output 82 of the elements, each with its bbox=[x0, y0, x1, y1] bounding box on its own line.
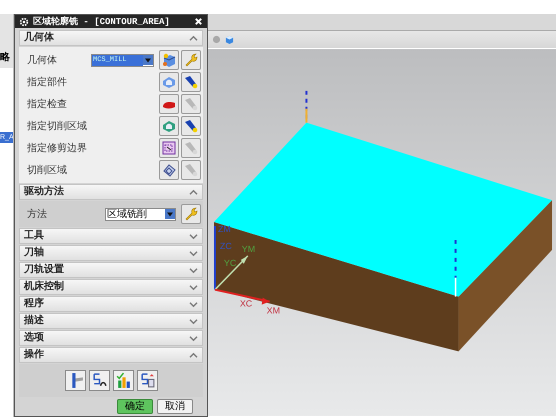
cancel-button[interactable]: 取消 bbox=[157, 399, 193, 414]
section-title: 程序 bbox=[24, 298, 44, 310]
expand-icon[interactable] bbox=[189, 266, 198, 274]
section-header[interactable]: 工具 bbox=[19, 228, 203, 244]
part-icon bbox=[161, 118, 177, 134]
section-title: 刀轴 bbox=[24, 247, 44, 260]
select-button[interactable] bbox=[159, 138, 179, 158]
section-title: 描述 bbox=[24, 315, 44, 328]
section-header[interactable]: 刀轴 bbox=[19, 245, 203, 262]
axis-label: ZM bbox=[218, 224, 231, 234]
collapse-icon[interactable] bbox=[189, 34, 198, 42]
section-header[interactable]: 选项 bbox=[19, 330, 203, 346]
dropdown[interactable]: 区域铣削 bbox=[105, 208, 176, 221]
section-title: 刀轨设置 bbox=[24, 264, 64, 276]
caret-icon bbox=[143, 55, 153, 66]
window-title: 区域轮廓铣 - [CONTOUR_AREA] bbox=[33, 15, 171, 28]
select-button[interactable] bbox=[159, 160, 179, 180]
region-icon bbox=[161, 162, 177, 178]
ok-button[interactable]: 确定 bbox=[117, 399, 153, 414]
axis-label: XM bbox=[266, 306, 280, 316]
flashlight-icon bbox=[183, 118, 199, 134]
generate-button[interactable] bbox=[64, 370, 86, 392]
section-header[interactable]: 操作 bbox=[19, 347, 203, 364]
close-icon[interactable] bbox=[194, 17, 203, 26]
boundary-icon bbox=[161, 140, 177, 156]
row-label: 几何体 bbox=[27, 54, 58, 68]
section-header[interactable]: 机床控制 bbox=[19, 279, 203, 296]
row-label: 指定切削区域 bbox=[27, 120, 88, 134]
part-icon bbox=[161, 74, 177, 90]
expand-icon[interactable] bbox=[189, 334, 198, 342]
caret-icon bbox=[165, 209, 175, 220]
collapse-icon[interactable] bbox=[189, 188, 198, 196]
row-label: 方法 bbox=[27, 208, 48, 222]
expand-icon[interactable] bbox=[189, 300, 198, 308]
display-button[interactable] bbox=[181, 72, 201, 92]
edit-button[interactable] bbox=[181, 204, 201, 224]
axis-label: YM bbox=[242, 244, 256, 254]
cube-icon bbox=[161, 52, 177, 68]
replay-button[interactable] bbox=[88, 370, 110, 392]
section-title: 工具 bbox=[24, 230, 44, 242]
expand-icon[interactable] bbox=[189, 232, 198, 240]
list-button[interactable] bbox=[136, 370, 158, 392]
section-title: 机床控制 bbox=[24, 281, 64, 294]
row-label: 切削区域 bbox=[27, 164, 68, 178]
wrench-icon bbox=[183, 206, 199, 222]
axis-line bbox=[454, 240, 457, 297]
expand-icon[interactable] bbox=[189, 284, 198, 291]
row-label: 指定部件 bbox=[27, 76, 68, 90]
wrench-icon bbox=[183, 52, 199, 68]
column-header: 略 bbox=[0, 14, 13, 68]
flashlight-icon bbox=[183, 162, 199, 178]
section-title: 驱动方法 bbox=[24, 186, 64, 198]
axis-label: ZC bbox=[220, 240, 232, 251]
cube-icon[interactable] bbox=[225, 35, 234, 44]
row-label: 指定修剪边界 bbox=[27, 142, 88, 156]
settings-icon[interactable] bbox=[19, 16, 29, 27]
section-title: 几何体 bbox=[24, 32, 54, 44]
chart-icon bbox=[114, 372, 132, 390]
flashlight-icon bbox=[183, 140, 199, 156]
document-icon bbox=[138, 372, 156, 390]
axis-label: YC bbox=[224, 258, 236, 268]
collapse-icon[interactable] bbox=[189, 352, 198, 359]
section-title: 选项 bbox=[24, 332, 44, 344]
section-header[interactable]: 程序 bbox=[19, 296, 203, 312]
section-title: 操作 bbox=[24, 349, 44, 362]
expand-icon[interactable] bbox=[189, 318, 198, 325]
flashlight-icon bbox=[183, 74, 199, 90]
edit-button[interactable] bbox=[181, 50, 201, 70]
axis-label: XC bbox=[240, 298, 252, 309]
3d-viewport[interactable]: ZM ZC YM YC XC XM bbox=[208, 48, 556, 417]
select-button[interactable] bbox=[159, 94, 179, 114]
display-button[interactable] bbox=[181, 116, 201, 136]
section-header[interactable]: 描述 bbox=[19, 313, 203, 330]
verify-button[interactable] bbox=[112, 370, 134, 392]
section-header[interactable]: 驱动方法 bbox=[19, 184, 203, 200]
section-header[interactable]: 几何体 bbox=[19, 30, 203, 46]
axis-line bbox=[305, 90, 308, 123]
create-geometry-button[interactable] bbox=[159, 50, 179, 70]
section-header[interactable]: 刀轨设置 bbox=[19, 262, 203, 278]
expand-icon[interactable] bbox=[189, 250, 198, 257]
row-label: 指定检查 bbox=[27, 98, 68, 112]
flashlight-icon bbox=[183, 96, 199, 112]
